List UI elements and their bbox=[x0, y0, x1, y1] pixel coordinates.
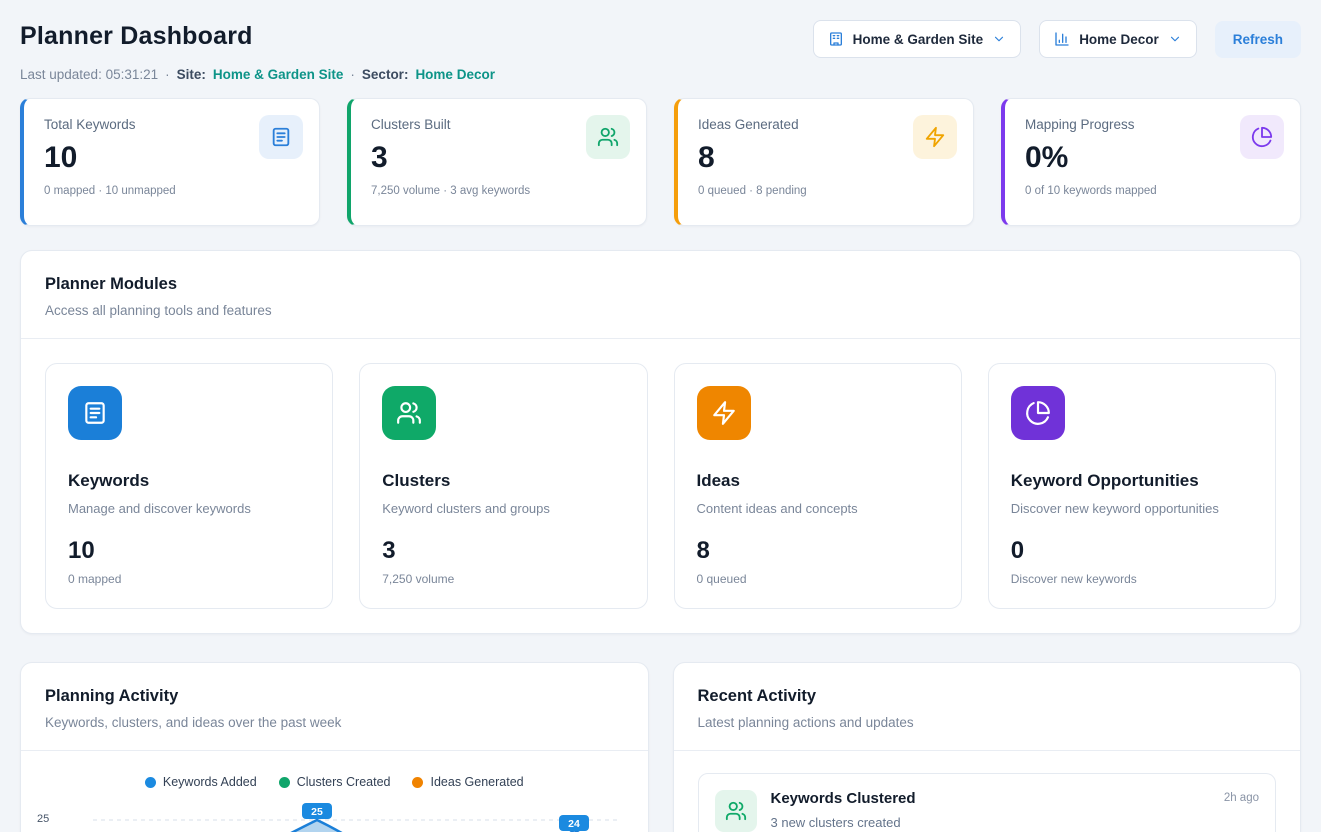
svg-text:24: 24 bbox=[568, 818, 580, 830]
meta-line: Last updated: 05:31:21 · Site: Home & Ga… bbox=[20, 67, 1301, 82]
legend-label: Clusters Created bbox=[297, 775, 391, 789]
panel-subtitle: Latest planning actions and updates bbox=[698, 715, 1277, 730]
svg-text:25: 25 bbox=[311, 806, 323, 818]
stat-card-clusters-built: Clusters Built 3 7,250 volume · 3 avg ke… bbox=[347, 98, 647, 226]
module-title: Keywords bbox=[68, 471, 310, 491]
planner-modules-header: Planner Modules Access all planning tool… bbox=[21, 251, 1300, 338]
module-card-ideas[interactable]: Ideas Content ideas and concepts 8 0 que… bbox=[674, 363, 962, 609]
legend-dot-icon bbox=[279, 777, 290, 788]
module-card-keyword-opportunities[interactable]: Keyword Opportunities Discover new keywo… bbox=[988, 363, 1276, 609]
refresh-button[interactable]: Refresh bbox=[1215, 21, 1301, 58]
stat-card-total-keywords: Total Keywords 10 0 mapped · 10 unmapped bbox=[20, 98, 320, 226]
site-selector[interactable]: Home & Garden Site bbox=[813, 20, 1022, 58]
building-icon bbox=[828, 31, 844, 47]
activity-timestamp: 2h ago bbox=[1224, 790, 1259, 804]
module-value: 10 bbox=[68, 537, 310, 565]
panel-title: Planner Modules bbox=[45, 275, 1276, 294]
stat-card-ideas-generated: Ideas Generated 8 0 queued · 8 pending bbox=[674, 98, 974, 226]
module-card-clusters[interactable]: Clusters Keyword clusters and groups 3 7… bbox=[359, 363, 647, 609]
sector-link[interactable]: Home Decor bbox=[415, 67, 495, 82]
panel-subtitle: Access all planning tools and features bbox=[45, 303, 1276, 318]
bottom-row: Planning Activity Keywords, clusters, an… bbox=[20, 662, 1301, 832]
module-value: 3 bbox=[382, 537, 624, 565]
legend-dot-icon bbox=[412, 777, 423, 788]
panel-title: Planning Activity bbox=[45, 687, 624, 706]
activity-text: Keywords Clustered 3 new clusters create… bbox=[771, 790, 916, 830]
recent-activity-header: Recent Activity Latest planning actions … bbox=[674, 663, 1301, 750]
site-selector-label: Home & Garden Site bbox=[853, 32, 984, 47]
sector-label: Sector: bbox=[362, 67, 409, 82]
pie-chart-icon bbox=[1011, 386, 1065, 440]
planning-activity-chart: 25 25 24 bbox=[21, 797, 648, 832]
chevron-down-icon bbox=[1168, 32, 1182, 46]
stat-sub: 7,250 volume · 3 avg keywords bbox=[371, 185, 626, 197]
area-chart: 25 24 bbox=[69, 803, 625, 832]
module-title: Clusters bbox=[382, 471, 624, 491]
module-title: Keyword Opportunities bbox=[1011, 471, 1253, 491]
sector-selector[interactable]: Home Decor bbox=[1039, 20, 1197, 58]
module-sub: Discover new keywords bbox=[1011, 572, 1253, 586]
planning-activity-header: Planning Activity Keywords, clusters, an… bbox=[21, 663, 648, 750]
module-value: 0 bbox=[1011, 537, 1253, 565]
stat-sub: 0 queued · 8 pending bbox=[698, 185, 953, 197]
stats-row: Total Keywords 10 0 mapped · 10 unmapped… bbox=[20, 98, 1301, 226]
module-title: Ideas bbox=[697, 471, 939, 491]
site-label: Site: bbox=[177, 67, 206, 82]
planner-modules-panel: Planner Modules Access all planning tool… bbox=[20, 250, 1301, 634]
legend-label: Ideas Generated bbox=[430, 775, 523, 789]
stat-sub: 0 mapped · 10 unmapped bbox=[44, 185, 299, 197]
planning-activity-panel: Planning Activity Keywords, clusters, an… bbox=[20, 662, 649, 832]
point-label-badge: 24 bbox=[559, 815, 589, 831]
module-card-keywords[interactable]: Keywords Manage and discover keywords 10… bbox=[45, 363, 333, 609]
module-description: Manage and discover keywords bbox=[68, 501, 310, 516]
area-fill bbox=[97, 820, 621, 832]
users-icon bbox=[586, 115, 630, 159]
last-updated: Last updated: 05:31:21 bbox=[20, 67, 158, 82]
bolt-icon bbox=[697, 386, 751, 440]
module-sub: 7,250 volume bbox=[382, 572, 624, 586]
users-icon bbox=[382, 386, 436, 440]
divider bbox=[674, 750, 1301, 751]
legend-item-ideas-generated: Ideas Generated bbox=[412, 775, 523, 789]
activity-description: 3 new clusters created bbox=[771, 815, 916, 830]
module-description: Content ideas and concepts bbox=[697, 501, 939, 516]
planner-dashboard-page: Planner Dashboard Home & Garden Site bbox=[0, 0, 1321, 832]
legend-item-clusters-created: Clusters Created bbox=[279, 775, 391, 789]
panel-title: Recent Activity bbox=[698, 687, 1277, 706]
legend-dot-icon bbox=[145, 777, 156, 788]
module-description: Discover new keyword opportunities bbox=[1011, 501, 1253, 516]
sector-selector-label: Home Decor bbox=[1079, 32, 1159, 47]
module-value: 8 bbox=[697, 537, 939, 565]
bar-chart-icon bbox=[1054, 31, 1070, 47]
y-axis-tick: 25 bbox=[37, 813, 49, 825]
chevron-down-icon bbox=[992, 32, 1006, 46]
module-sub: 0 mapped bbox=[68, 572, 310, 586]
header: Planner Dashboard Home & Garden Site bbox=[20, 18, 1301, 58]
site-link[interactable]: Home & Garden Site bbox=[213, 67, 344, 82]
separator: · bbox=[165, 67, 170, 82]
pie-chart-icon bbox=[1240, 115, 1284, 159]
area-line bbox=[97, 820, 621, 832]
document-icon bbox=[68, 386, 122, 440]
activity-list-item: Keywords Clustered 3 new clusters create… bbox=[698, 773, 1277, 832]
recent-activity-panel: Recent Activity Latest planning actions … bbox=[673, 662, 1302, 832]
point-label-badge: 25 bbox=[302, 803, 332, 819]
panel-subtitle: Keywords, clusters, and ideas over the p… bbox=[45, 715, 624, 730]
header-controls: Home & Garden Site Home Decor Refresh bbox=[813, 20, 1301, 58]
modules-grid: Keywords Manage and discover keywords 10… bbox=[21, 339, 1300, 633]
chart-legend: Keywords Added Clusters Created Ideas Ge… bbox=[21, 751, 648, 797]
separator: · bbox=[350, 67, 355, 82]
page-title: Planner Dashboard bbox=[20, 22, 253, 51]
bolt-icon bbox=[913, 115, 957, 159]
legend-item-keywords-added: Keywords Added bbox=[145, 775, 257, 789]
module-sub: 0 queued bbox=[697, 572, 939, 586]
users-icon bbox=[715, 790, 757, 832]
legend-label: Keywords Added bbox=[163, 775, 257, 789]
stat-card-mapping-progress: Mapping Progress 0% 0 of 10 keywords map… bbox=[1001, 98, 1301, 226]
activity-title: Keywords Clustered bbox=[771, 790, 916, 807]
document-icon bbox=[259, 115, 303, 159]
module-description: Keyword clusters and groups bbox=[382, 501, 624, 516]
stat-sub: 0 of 10 keywords mapped bbox=[1025, 185, 1280, 197]
